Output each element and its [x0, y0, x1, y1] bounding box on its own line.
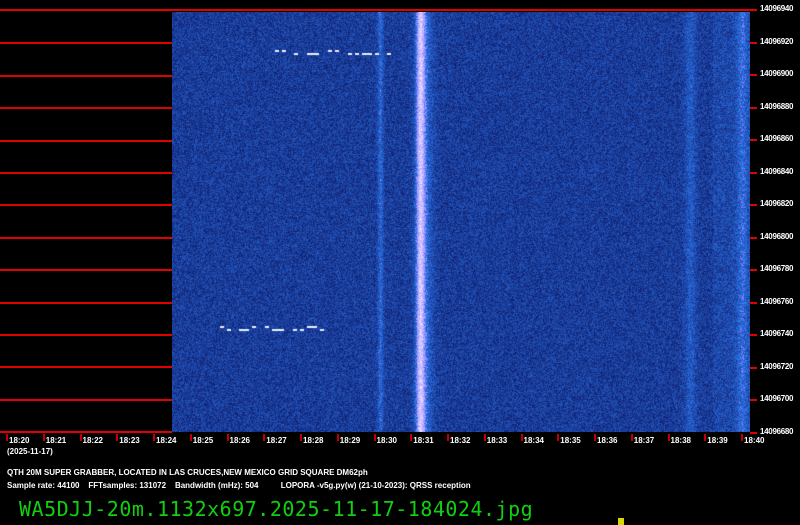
red-gridline	[0, 237, 172, 239]
time-tick	[447, 434, 449, 441]
red-gridline	[0, 42, 172, 44]
time-label: 18:30	[377, 436, 397, 445]
time-tick	[631, 434, 633, 441]
top-red-line	[0, 9, 757, 11]
time-label: 18:39	[707, 436, 727, 445]
time-tick	[263, 434, 265, 441]
time-tick	[337, 434, 339, 441]
frequency-label: 14096780	[760, 264, 793, 273]
time-tick	[227, 434, 229, 441]
red-gridline	[0, 107, 172, 109]
time-label: 18:22	[83, 436, 103, 445]
time-tick	[80, 434, 82, 441]
frequency-label: 14096760	[760, 297, 793, 306]
time-label: 18:31	[413, 436, 433, 445]
time-label: 18:20	[9, 436, 29, 445]
frequency-label: 14096900	[760, 69, 793, 78]
red-gridline	[0, 366, 172, 368]
date-label: (2025-11-17)	[7, 447, 53, 456]
frequency-label: 14096680	[760, 427, 793, 436]
red-gridline	[0, 431, 172, 433]
red-gridline	[0, 334, 172, 336]
time-tick	[6, 434, 8, 441]
time-tick	[374, 434, 376, 441]
frequency-tick	[750, 42, 757, 44]
frequency-tick	[750, 269, 757, 271]
time-label: 18:34	[524, 436, 544, 445]
frequency-label: 14096880	[760, 102, 793, 111]
red-gridline	[0, 140, 172, 142]
image-filename: WA5DJJ-20m.1132x697.2025-11-17-184024.jp…	[19, 497, 533, 521]
red-gridline	[0, 172, 172, 174]
time-tick	[668, 434, 670, 441]
red-gridline	[0, 75, 172, 77]
frequency-tick	[750, 302, 757, 304]
frequency-label: 14096720	[760, 362, 793, 371]
frequency-tick	[750, 399, 757, 401]
station-info: QTH 20M SUPER GRABBER, LOCATED IN LAS CR…	[7, 468, 368, 477]
time-label: 18:37	[634, 436, 654, 445]
time-tick	[594, 434, 596, 441]
time-tick	[300, 434, 302, 441]
frequency-tick	[750, 367, 757, 369]
text-cursor	[618, 518, 624, 525]
time-tick	[484, 434, 486, 441]
time-label: 18:29	[340, 436, 360, 445]
frequency-tick	[750, 74, 757, 76]
red-gridline	[0, 269, 172, 271]
time-label: 18:23	[119, 436, 139, 445]
frequency-tick	[750, 107, 757, 109]
time-label: 18:26	[230, 436, 250, 445]
time-label: 18:36	[597, 436, 617, 445]
frequency-tick	[750, 334, 757, 336]
capture-parameters: Sample rate: 44100 FFTsamples: 131072 Ba…	[7, 481, 471, 490]
frequency-label: 14096940	[760, 4, 793, 13]
time-label: 18:40	[744, 436, 764, 445]
frequency-label: 14096840	[760, 167, 793, 176]
frequency-label: 14096820	[760, 199, 793, 208]
red-gridline	[0, 302, 172, 304]
time-tick	[190, 434, 192, 441]
time-label: 18:21	[46, 436, 66, 445]
time-label: 18:35	[560, 436, 580, 445]
time-tick	[704, 434, 706, 441]
time-tick	[116, 434, 118, 441]
time-tick	[153, 434, 155, 441]
red-gridline	[0, 204, 172, 206]
time-tick	[410, 434, 412, 441]
time-label: 18:24	[156, 436, 176, 445]
time-label: 18:33	[487, 436, 507, 445]
time-label: 18:38	[671, 436, 691, 445]
frequency-tick	[750, 139, 757, 141]
frequency-tick	[750, 432, 757, 434]
time-label: 18:28	[303, 436, 323, 445]
frequency-label: 14096800	[760, 232, 793, 241]
frequency-tick	[750, 172, 757, 174]
time-label: 18:25	[193, 436, 213, 445]
frequency-label: 14096920	[760, 37, 793, 46]
frequency-tick	[750, 204, 757, 206]
frequency-label: 14096700	[760, 394, 793, 403]
frequency-label: 14096860	[760, 134, 793, 143]
frequency-label: 14096740	[760, 329, 793, 338]
time-label: 18:27	[266, 436, 286, 445]
time-tick	[43, 434, 45, 441]
time-label: 18:32	[450, 436, 470, 445]
frequency-tick	[750, 237, 757, 239]
spectrogram-waterfall	[172, 12, 750, 432]
time-tick	[521, 434, 523, 441]
red-gridline	[0, 399, 172, 401]
time-tick	[741, 434, 743, 441]
time-tick	[557, 434, 559, 441]
